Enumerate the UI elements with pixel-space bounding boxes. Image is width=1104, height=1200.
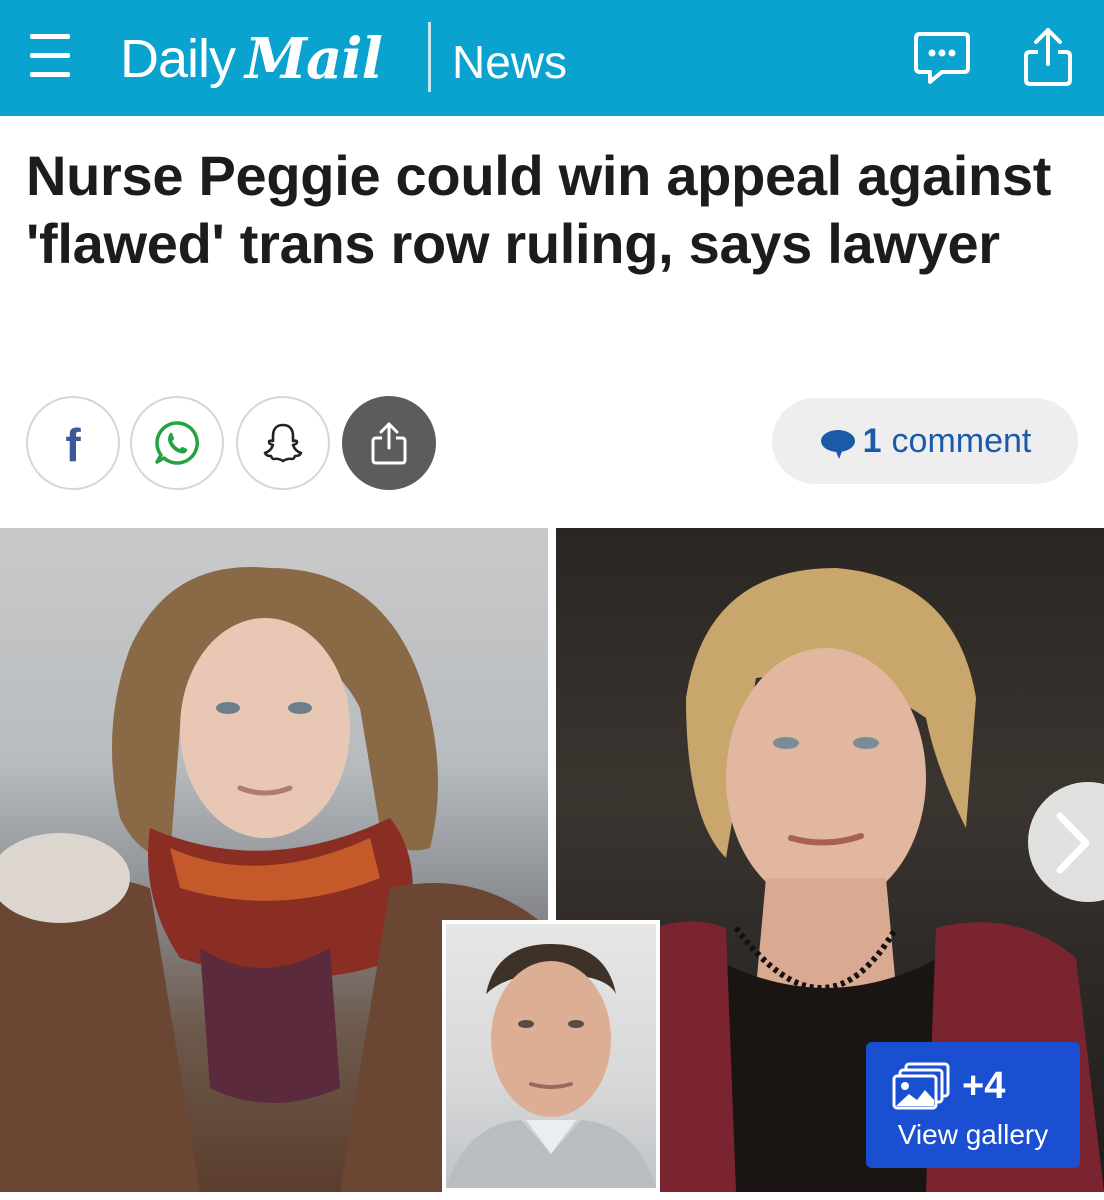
facebook-icon: f (65, 419, 81, 471)
logo-mail-text: Mail (245, 26, 383, 92)
snapchat-share-button[interactable] (236, 396, 330, 490)
chevron-right-icon (1056, 812, 1090, 874)
view-gallery-label: View gallery (897, 1119, 1049, 1150)
whatsapp-share-button[interactable] (130, 396, 224, 490)
logo-daily-text: Daily (120, 29, 236, 89)
article-hero-image[interactable]: +4 View gallery (0, 528, 1104, 1192)
logo-divider (428, 22, 431, 92)
article-headline: Nurse Peggie could win appeal against 'f… (26, 144, 1052, 275)
top-app-bar: Daily Mail News (0, 0, 1104, 116)
share-icon[interactable] (1018, 24, 1078, 86)
comments-icon[interactable] (912, 30, 972, 86)
inset-photo-man (442, 920, 660, 1192)
gallery-icon (892, 1062, 950, 1110)
facebook-share-button[interactable]: f (26, 396, 120, 490)
gallery-extra-count: +4 (962, 1065, 1006, 1107)
comment-bubble-icon (820, 430, 855, 459)
whatsapp-icon (155, 421, 199, 465)
section-label[interactable]: News (452, 34, 567, 90)
comment-label: comment (891, 421, 1032, 460)
view-gallery-button[interactable]: +4 View gallery (866, 1042, 1080, 1168)
daily-mail-logo[interactable]: Daily Mail (120, 20, 383, 92)
comments-button[interactable]: 1 comment (772, 398, 1078, 484)
snapchat-icon (263, 423, 303, 463)
share-icon (371, 422, 407, 465)
menu-icon[interactable] (26, 32, 76, 80)
comment-count: 1 (862, 421, 882, 460)
more-share-button[interactable] (342, 396, 436, 490)
